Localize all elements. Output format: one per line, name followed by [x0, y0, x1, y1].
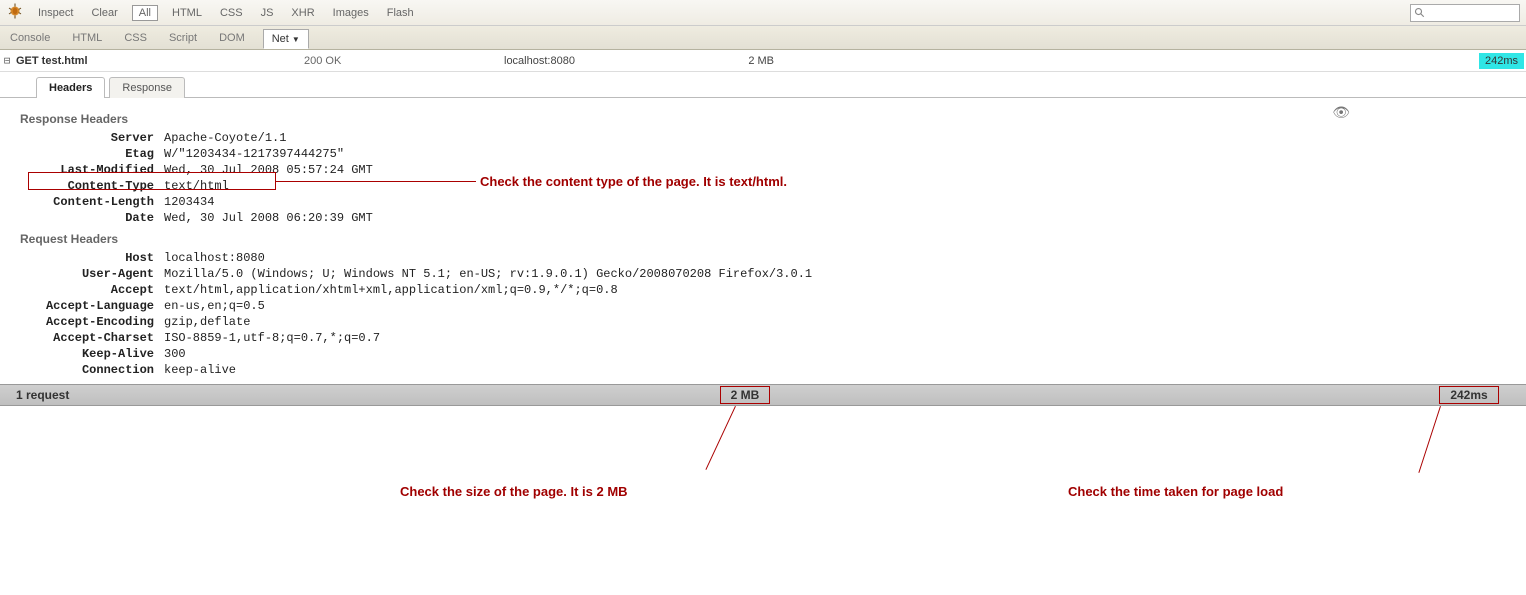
inspect-button[interactable]: Inspect	[34, 5, 77, 21]
annotation-area: Check the size of the page. It is 2 MB C…	[0, 406, 1526, 516]
toggle-icon[interactable]: ⊟	[0, 54, 14, 67]
annotation-connector	[1418, 406, 1441, 473]
request-subtabs: Headers Response	[0, 72, 1526, 98]
filter-images[interactable]: Images	[329, 5, 373, 21]
tab-css[interactable]: CSS	[120, 29, 151, 47]
response-headers-title: Response Headers	[20, 112, 1526, 126]
request-timeline: 242ms	[780, 53, 1526, 69]
request-size: 2 MB	[734, 55, 780, 67]
tab-dom[interactable]: DOM	[215, 29, 249, 47]
request-headers-title: Request Headers	[20, 232, 1526, 246]
header-row: DateWed, 30 Jul 2008 06:20:39 GMT	[18, 210, 1526, 226]
annotation-size: Check the size of the page. It is 2 MB	[400, 484, 628, 499]
main-toolbar: Inspect Clear All HTML CSS JS XHR Images…	[0, 0, 1526, 26]
subtab-response[interactable]: Response	[109, 77, 185, 98]
search-input[interactable]	[1410, 4, 1520, 22]
annotation-time: Check the time taken for page load	[1068, 484, 1283, 499]
summary-bar: 1 request 2 MB 242ms	[0, 384, 1526, 406]
header-row: Accepttext/html,application/xhtml+xml,ap…	[18, 282, 1526, 298]
request-row[interactable]: ⊟ GET test.html 200 OK localhost:8080 2 …	[0, 50, 1526, 72]
annotation-content-type: Check the content type of the page. It i…	[480, 174, 787, 189]
panel-tabs: Console HTML CSS Script DOM Net▼	[0, 26, 1526, 50]
annotation-connector	[276, 181, 476, 182]
filter-css[interactable]: CSS	[216, 5, 247, 21]
header-row: Accept-Languageen-us,en;q=0.5	[18, 298, 1526, 314]
header-row: Accept-Encodinggzip,deflate	[18, 314, 1526, 330]
header-row: EtagW/"1203434-1217397444275"	[18, 146, 1526, 162]
annotation-connector	[705, 406, 735, 470]
header-row: Accept-CharsetISO-8859-1,utf-8;q=0.7,*;q…	[18, 330, 1526, 346]
summary-size: 2 MB	[700, 386, 790, 404]
filter-all[interactable]: All	[132, 5, 158, 21]
request-status: 200 OK	[304, 55, 504, 67]
eye-icon[interactable]: 👁	[1332, 104, 1350, 121]
chevron-down-icon: ▼	[292, 35, 300, 44]
request-time: 242ms	[1479, 53, 1524, 69]
summary-requests: 1 request	[0, 388, 700, 402]
firebug-icon	[6, 2, 24, 23]
header-row: Connectionkeep-alive	[18, 362, 1526, 378]
filter-html[interactable]: HTML	[168, 5, 206, 21]
header-row: Hostlocalhost:8080	[18, 250, 1526, 266]
filter-xhr[interactable]: XHR	[287, 5, 318, 21]
search-icon	[1414, 7, 1426, 19]
tab-script[interactable]: Script	[165, 29, 201, 47]
header-row: Content-Length1203434	[18, 194, 1526, 210]
header-row: Keep-Alive300	[18, 346, 1526, 362]
request-domain: localhost:8080	[504, 55, 734, 67]
summary-time: 242ms	[1426, 386, 1526, 404]
request-url: GET test.html	[14, 55, 304, 67]
clear-button[interactable]: Clear	[87, 5, 121, 21]
tab-console[interactable]: Console	[6, 29, 54, 47]
filter-flash[interactable]: Flash	[383, 5, 418, 21]
header-row: ServerApache-Coyote/1.1	[18, 130, 1526, 146]
subtab-headers[interactable]: Headers	[36, 77, 105, 98]
filter-js[interactable]: JS	[257, 5, 278, 21]
headers-panel: 👁 Response Headers ServerApache-Coyote/1…	[0, 98, 1526, 384]
header-row: User-AgentMozilla/5.0 (Windows; U; Windo…	[18, 266, 1526, 282]
tab-net[interactable]: Net▼	[263, 29, 309, 49]
tab-html[interactable]: HTML	[68, 29, 106, 47]
